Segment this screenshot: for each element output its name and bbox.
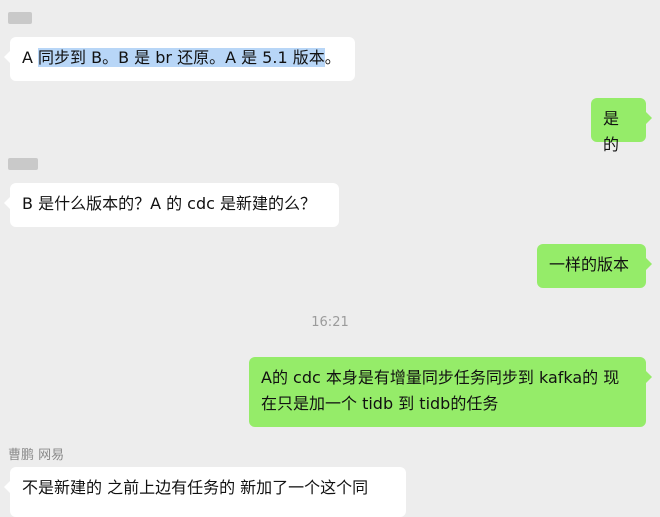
message-text: B 是什么版本的？A 的 cdc 是新建的么？ xyxy=(22,194,317,213)
message-bubble-outgoing[interactable]: 一样的版本 xyxy=(537,244,652,288)
message-text-line: A的 cdc 本身是有增量同步任务同步到 kafka的 现 xyxy=(261,368,620,387)
message-bubble-incoming[interactable]: 不是新建的 之前上边有任务的 新加了一个这个同 xyxy=(4,467,406,517)
message-text: A xyxy=(22,48,39,67)
message-bubble-incoming[interactable]: B 是什么版本的？A 的 cdc 是新建的么？ xyxy=(4,183,339,227)
chat-window[interactable]: A 同步到 B。B 是 br 还原。A 是 5.1 版本。 是的 B 是什么版本… xyxy=(0,0,660,517)
message-text: 一样的版本 xyxy=(549,255,630,274)
message-text: 不是新建的 之前上边有任务的 新加了一个这个同 xyxy=(22,478,369,497)
message-text: 。 xyxy=(324,48,341,67)
sender-name-redacted xyxy=(8,12,32,24)
message-text-line: 在只是加一个 tidb 到 tidb的任务 xyxy=(261,394,499,413)
sender-name: 曹鹏 网易 xyxy=(8,448,65,463)
chat-timestamp: 16:21 xyxy=(311,315,349,330)
message-bubble-outgoing[interactable]: 是的 xyxy=(591,98,652,154)
selected-text[interactable]: 同步到 B。B 是 br 还原。A 是 5.1 版本 xyxy=(38,48,325,67)
message-bubble-incoming[interactable]: A 同步到 B。B 是 br 还原。A 是 5.1 版本。 xyxy=(4,37,355,81)
sender-name-redacted xyxy=(8,158,38,170)
message-bubble-outgoing[interactable]: A的 cdc 本身是有增量同步任务同步到 kafka的 现 在只是加一个 tid… xyxy=(249,357,652,427)
message-text: 是的 xyxy=(603,109,620,154)
